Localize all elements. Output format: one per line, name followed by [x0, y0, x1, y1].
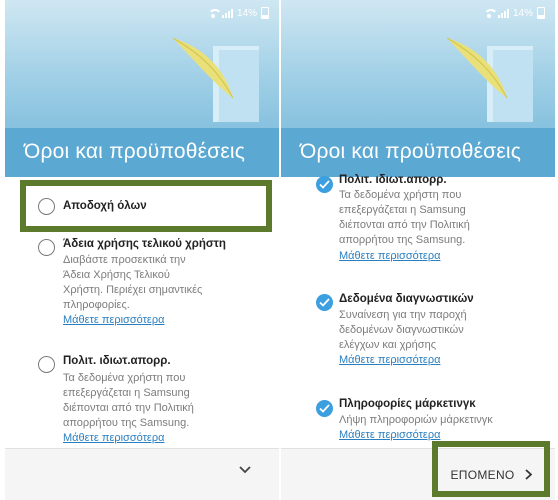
item-description: Διαβάστε προσεκτικά την Άδεια Χρήσης Τελ…: [63, 254, 203, 311]
wifi-icon: [483, 9, 498, 18]
terms-illustration: [446, 37, 533, 122]
title-band: Όροι και προϋποθέσεις: [281, 128, 555, 177]
item-title: Πολιτ. ιδιωτ.απορρ.: [339, 174, 447, 186]
status-bar: 14%: [483, 6, 545, 20]
item-description: Συναίνεση για την παροχή δεδομένων διαγν…: [339, 309, 467, 351]
signal-icon: [497, 8, 509, 18]
battery-icon: [537, 7, 545, 19]
next-button-label: ΕΠΟΜΕΝΟ: [450, 467, 515, 482]
diagnostics-check-icon[interactable]: [316, 294, 333, 311]
item-title: Πολιτ. ιδιωτ.απορρ.: [63, 355, 171, 367]
battery-percent: 14%: [236, 7, 257, 19]
signal-icon: [221, 8, 233, 18]
item-title: Άδεια χρήσης τελικού χρήστη: [63, 238, 226, 250]
learn-more-link[interactable]: Μάθετε περισσότερα: [63, 314, 164, 326]
item-description: Λήψη πληροφοριών μάρκετινγκ: [339, 414, 493, 426]
phone-screen-right: 14% Όροι και προϋποθέσεις Πολιτ. ιδιωτ.α…: [281, 0, 555, 500]
battery-icon: [261, 7, 269, 19]
learn-more-link[interactable]: Μάθετε περισσότερα: [339, 354, 440, 366]
status-bar: 14%: [207, 6, 269, 20]
bottom-bar: [5, 448, 279, 500]
learn-more-link[interactable]: Μάθετε περισσότερα: [339, 250, 440, 262]
item-title: Δεδομένα διαγνωστικών: [339, 293, 474, 305]
terms-illustration: [172, 37, 259, 122]
item-description: Τα δεδομένα χρήστη που επεξεργάζεται η S…: [63, 372, 194, 429]
battery-percent: 14%: [512, 7, 533, 19]
learn-more-link[interactable]: Μάθετε περισσότερα: [339, 429, 440, 441]
privacy-check-icon[interactable]: [316, 176, 333, 193]
next-button[interactable]: ΕΠΟΜΕΝΟ: [441, 456, 541, 493]
page-title: Όροι και προϋποθέσεις: [300, 140, 522, 163]
learn-more-link[interactable]: Μάθετε περισσότερα: [63, 432, 164, 444]
phone-screen-left: 14% Όροι και προϋποθέσεις Αποδοχή όλων Ά…: [5, 0, 279, 500]
chevron-right-icon: [524, 469, 532, 480]
chevron-down-icon[interactable]: [239, 466, 251, 474]
marketing-check-icon[interactable]: [316, 400, 333, 417]
item-title: Πληροφορίες μάρκετινγκ: [339, 398, 476, 410]
privacy-radio[interactable]: [38, 356, 55, 373]
accept-all-radio[interactable]: [38, 198, 55, 215]
header: 14% Όροι και προϋποθέσεις: [281, 0, 555, 177]
accept-all-label: Αποδοχή όλων: [63, 200, 147, 212]
page-title: Όροι και προϋποθέσεις: [24, 140, 246, 163]
bottom-bar: ΕΠΟΜΕΝΟ: [281, 448, 555, 500]
title-band: Όροι και προϋποθέσεις: [5, 128, 279, 177]
wifi-icon: [207, 9, 222, 18]
item-description: Τα δεδομένα χρήστη που επεξεργάζεται η S…: [339, 189, 470, 246]
accept-all-row[interactable]: Αποδοχή όλων: [5, 177, 279, 229]
eula-radio[interactable]: [38, 239, 55, 256]
header: 14% Όροι και προϋποθέσεις: [5, 0, 279, 177]
